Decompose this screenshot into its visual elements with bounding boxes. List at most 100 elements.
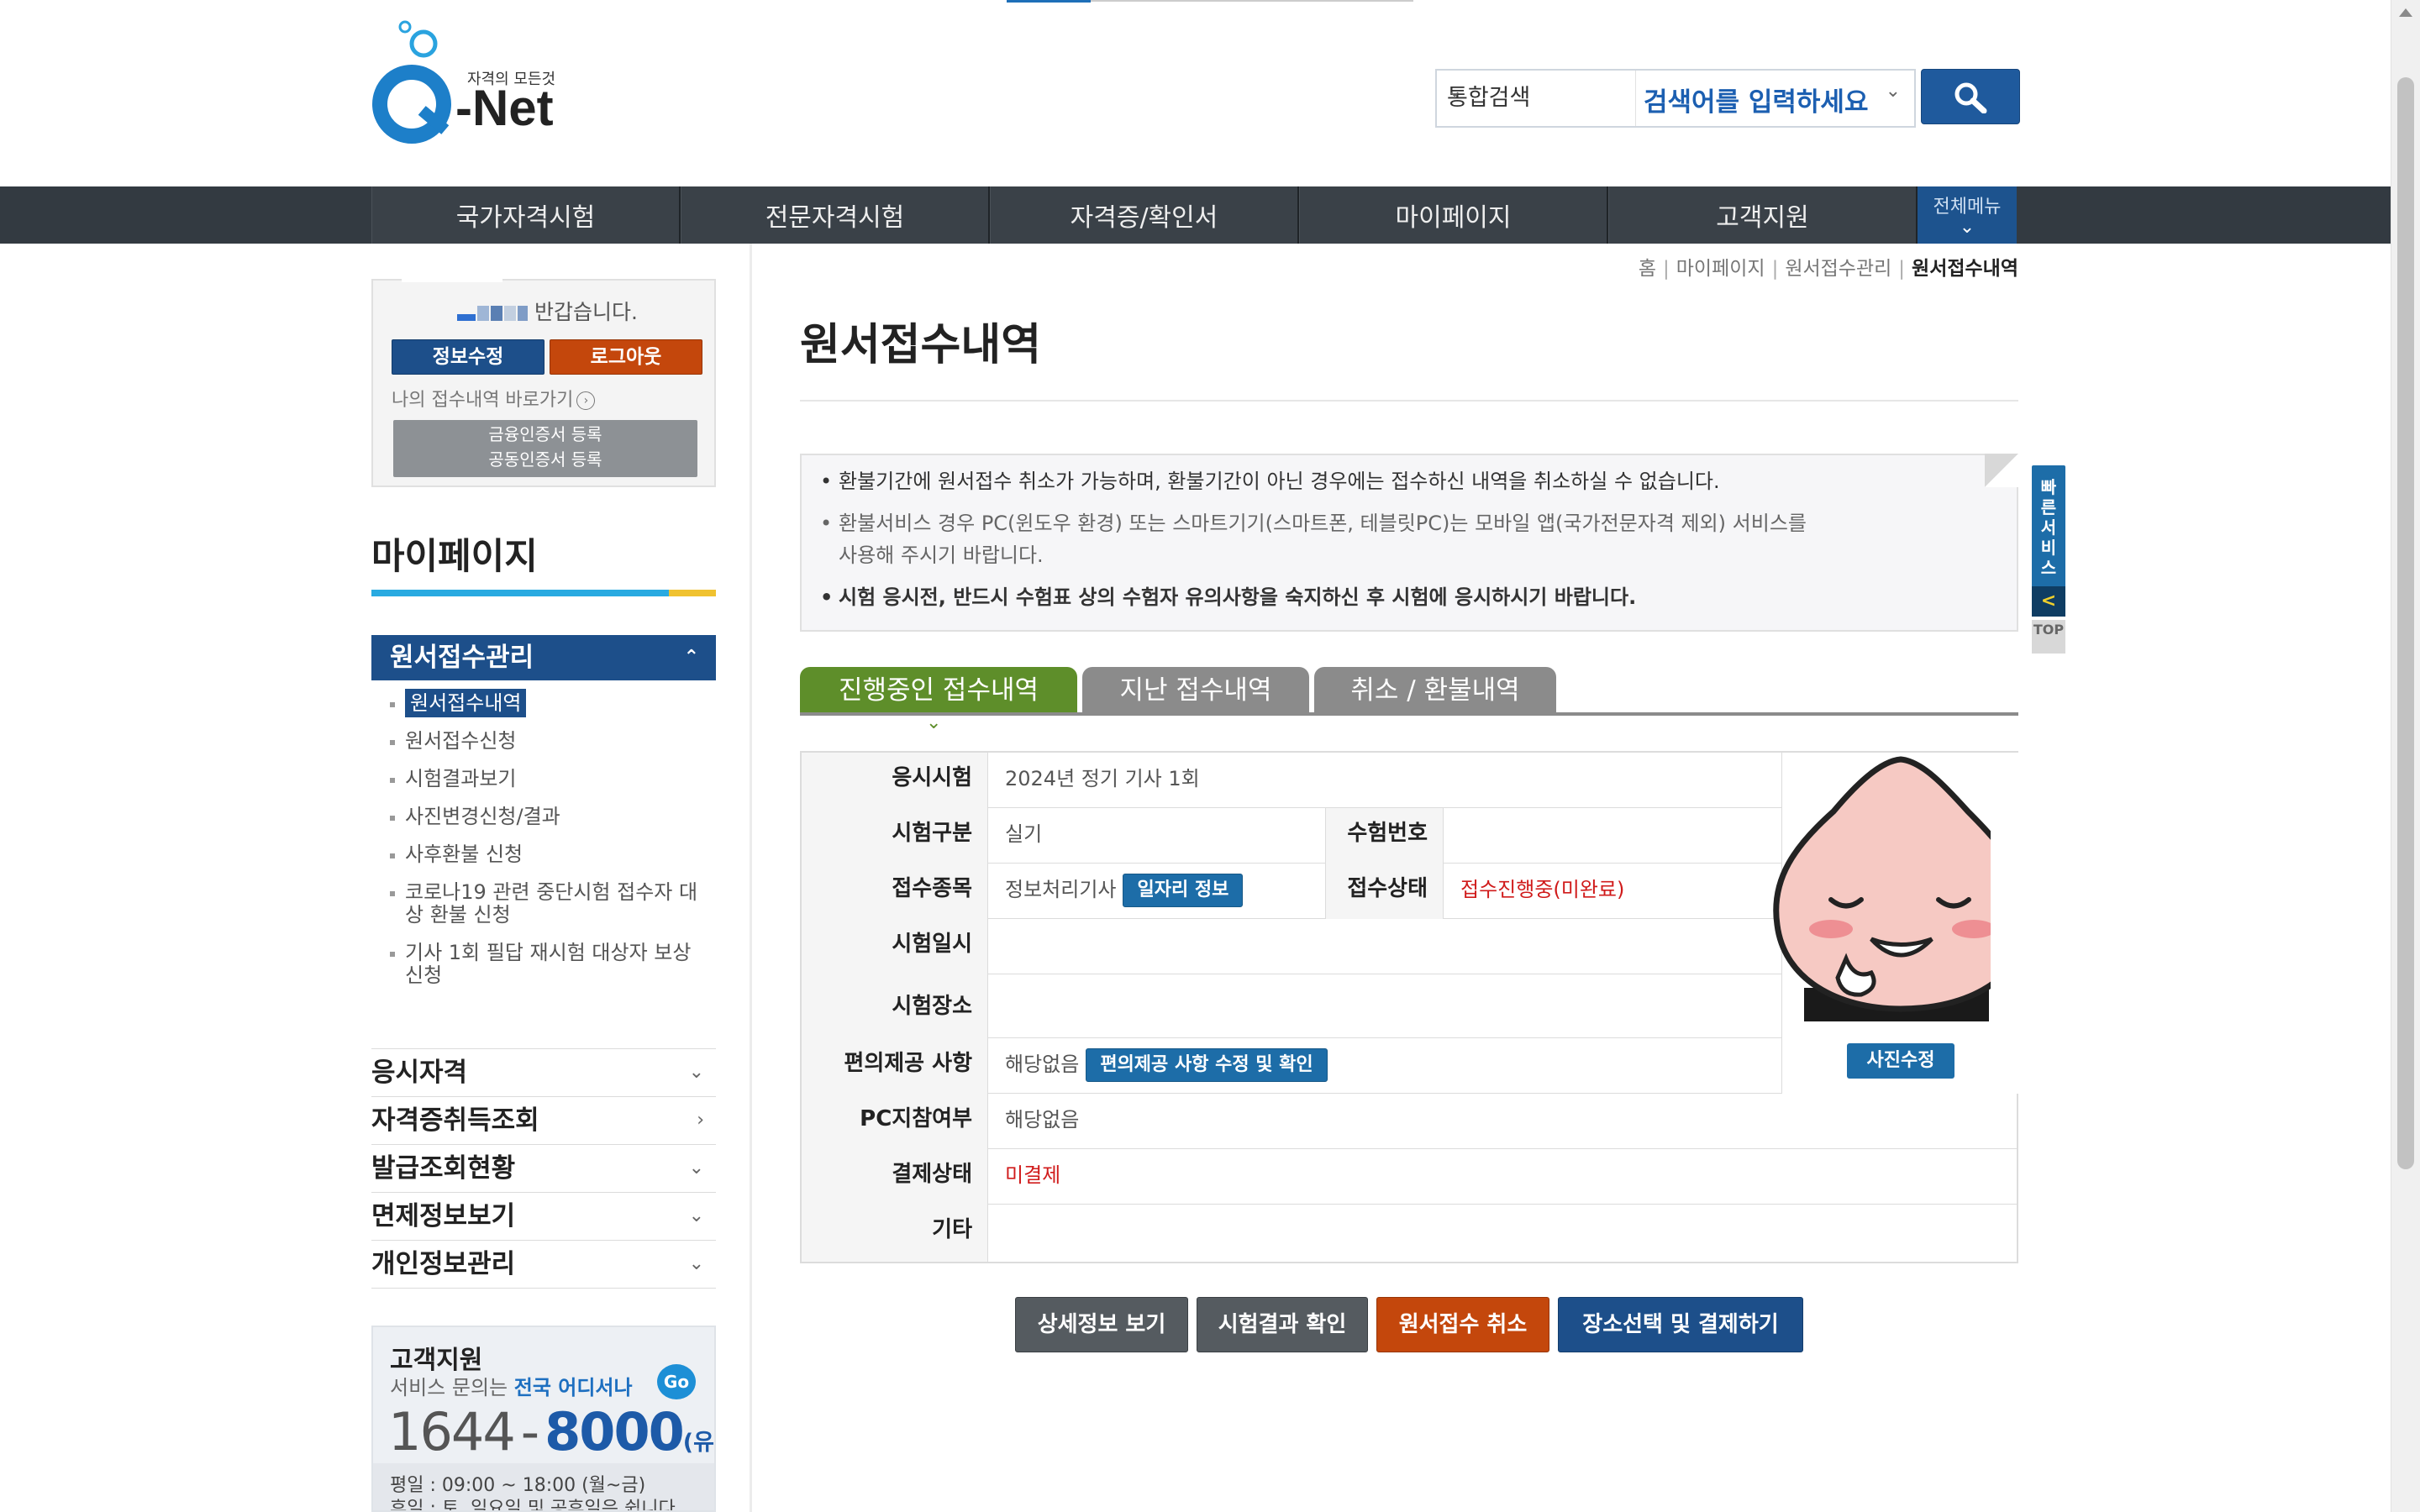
sidebar-cat-personal-info[interactable]: 개인정보관리 ⌄: [371, 1241, 716, 1289]
notice-item-caution: 시험 응시전, 반드시 수험표 상의 수험자 유의사항을 숙지하신 후 시험에 …: [820, 581, 1636, 613]
search-box: 통합검색 ⌄ 검색어를 입력하세요 ⌄: [1435, 69, 1916, 128]
td-subject: 정보처리기사 일자리 정보: [988, 864, 1326, 919]
login-box: 반갑습니다. 정보수정 로그아웃 나의 접수내역 바로가기 › 금융인증서 등록 …: [371, 276, 716, 487]
cert-line-joint: 공동인증서 등록: [488, 449, 602, 470]
edit-info-button[interactable]: 정보수정: [392, 339, 544, 375]
logout-button[interactable]: 로그아웃: [550, 339, 702, 375]
notice-item-refund: 환불기간에 원서접수 취소가 가능하며, 환불기간이 아닌 경우에는 접수하신 …: [820, 465, 1720, 497]
td-exam: 2024년 정기 기사 1회: [1005, 767, 1200, 790]
cancel-application-button[interactable]: 원서접수 취소: [1376, 1297, 1549, 1352]
cs-go-button[interactable]: Go: [657, 1364, 696, 1399]
certificate-register-button[interactable]: 금융인증서 등록 공동인증서 등록: [393, 420, 697, 477]
all-menu-button[interactable]: 전체메뉴 ⌄: [1918, 186, 2017, 244]
td-exam-date: [988, 919, 1781, 974]
gnb-item-national-exam[interactable]: 국가자격시험: [371, 186, 681, 244]
sidebar-divider: [750, 244, 752, 1512]
page-scrollbar[interactable]: [2391, 0, 2420, 1512]
sidebar-item-application-request[interactable]: 원서접수신청: [388, 730, 716, 753]
sidebar-item-post-refund[interactable]: 사후환불 신청: [388, 843, 716, 866]
detail-info-button[interactable]: 상세정보 보기: [1015, 1297, 1188, 1352]
all-menu-label: 전체메뉴: [1933, 197, 2002, 218]
scrollbar-thumb[interactable]: [2397, 77, 2414, 1169]
my-applications-shortcut[interactable]: 나의 접수내역 바로가기 ›: [392, 385, 596, 412]
gnb-item-mypage[interactable]: 마이페이지: [1299, 186, 1608, 244]
table-row: 시험구분 실기 수험번호: [802, 808, 1781, 864]
breadcrumb-mypage[interactable]: 마이페이지: [1676, 258, 1765, 280]
sidebar-item-application-history[interactable]: 원서접수내역: [388, 689, 716, 717]
sidebar-cat-eligibility[interactable]: 응시자격 ⌄: [371, 1048, 716, 1097]
scroll-up-arrow-icon[interactable]: [2399, 8, 2412, 17]
sidebar-item-label: 시험결과보기: [405, 767, 517, 790]
chevron-right-circle-icon: ›: [576, 391, 596, 410]
search-scope-select[interactable]: 통합검색 ⌄: [1437, 71, 1636, 126]
exam-result-button[interactable]: 시험결과 확인: [1197, 1297, 1368, 1352]
chevron-down-icon: ⌄: [1885, 81, 1901, 102]
sidebar-submenu: 원서접수내역 원서접수신청 시험결과보기 사진변경신청/결과 사후환불 신청 코…: [388, 689, 716, 1002]
th-exam-date: 시험일시: [802, 919, 988, 974]
qnet-logo[interactable]: 자격의 모든것 -Net: [371, 20, 565, 146]
tab-cancel-refund[interactable]: 취소 / 환불내역: [1314, 667, 1556, 714]
sidebar-cat-label: 면제정보보기: [371, 1201, 516, 1231]
global-navigation: 국가자격시험 전문자격시험 자격증/확인서 마이페이지 고객지원 전체메뉴 ⌄: [371, 186, 2018, 244]
sidebar-cat-label: 발급조회현황: [371, 1153, 516, 1184]
blurred-user-name: [457, 302, 529, 326]
table-row: PC지참여부 해당없음: [802, 1094, 2018, 1149]
td-convenience: 해당없음 편의제공 사항 수정 및 확인: [988, 1038, 1781, 1094]
sidebar-item-exam-results[interactable]: 시험결과보기: [388, 768, 716, 790]
cs-phone-part2: 8000: [544, 1401, 685, 1462]
td-etc: [988, 1205, 2017, 1260]
notice-box: 환불기간에 원서접수 취소가 가능하며, 환불기간이 아닌 경우에는 접수하신 …: [800, 454, 2018, 632]
sidebar-cat-exemption-info[interactable]: 면제정보보기 ⌄: [371, 1193, 716, 1241]
td-payment: 미결제: [1005, 1163, 1061, 1187]
tab-in-progress[interactable]: 진행중인 접수내역 ⌄: [800, 667, 1077, 732]
top-indicator: [1007, 0, 1091, 3]
th-payment: 결제상태: [802, 1149, 988, 1205]
search-button[interactable]: [1921, 69, 2020, 124]
select-place-pay-button[interactable]: 장소선택 및 결제하기: [1558, 1297, 1803, 1352]
cs-desc-prefix: 서비스 문의는: [390, 1376, 508, 1399]
page-title: 원서접수내역: [800, 320, 1042, 370]
gnb-item-customer-support[interactable]: 고객지원: [1608, 186, 1918, 244]
th-exam: 응시시험: [802, 753, 988, 808]
chevron-up-icon: ⌃: [683, 647, 699, 668]
td-status: 접수진행중(미완료): [1460, 878, 1625, 901]
quick-service-label: 빠른서비스: [2040, 477, 2057, 578]
quick-service-panel[interactable]: 빠른서비스 <: [2032, 465, 2065, 617]
shortcut-label: 나의 접수내역 바로가기: [392, 390, 574, 411]
photo-edit-button[interactable]: 사진수정: [1847, 1043, 1954, 1079]
convenience-edit-button[interactable]: 편의제공 사항 수정 및 확인: [1086, 1048, 1328, 1082]
sidebar-item-photo-change[interactable]: 사진변경신청/결과: [388, 806, 716, 828]
search-input[interactable]: 검색어를 입력하세요 ⌄: [1637, 71, 1912, 126]
sidebar-item-retest-compensation[interactable]: 기사 1회 필답 재시험 대상자 보상 신청: [388, 942, 699, 987]
breadcrumb: 홈 | 마이페이지 | 원서접수관리 | 원서접수내역: [1638, 258, 2018, 280]
sidebar-item-label: 코로나19 관련 중단시험 접수자 대상 환불 신청: [405, 880, 698, 927]
sidebar-section-application-management[interactable]: 원서접수관리 ⌃: [371, 635, 716, 680]
breadcrumb-application-management[interactable]: 원서접수관리: [1785, 258, 1891, 280]
sidebar-title-underline: [371, 590, 716, 596]
chevron-down-icon: ⌄: [688, 1205, 704, 1226]
cs-hours-holiday: 휴일 : 토, 일요일 및 공휴일은 쉽니다.: [390, 1499, 681, 1512]
subject-value: 정보처리기사: [1005, 878, 1117, 901]
td-exam-number: [1444, 808, 1780, 864]
table-row: 응시시험 2024년 정기 기사 1회: [802, 753, 1781, 808]
tab-past[interactable]: 지난 접수내역: [1082, 667, 1309, 714]
sidebar-cat-license-lookup[interactable]: 자격증취득조회 ›: [371, 1097, 716, 1145]
table-row: 결제상태 미결제: [802, 1149, 2018, 1205]
sidebar-cat-issuance-status[interactable]: 발급조회현황 ⌄: [371, 1145, 716, 1193]
welcome-suffix: 반갑습니다.: [534, 300, 638, 324]
sidebar-item-covid-refund[interactable]: 코로나19 관련 중단시험 접수자 대상 환불 신청: [388, 881, 699, 927]
sidebar-item-label: 사후환불 신청: [405, 843, 523, 866]
sidebar-item-label: 기사 1회 필답 재시험 대상자 보상 신청: [405, 941, 692, 987]
scroll-top-button[interactable]: TOP: [2032, 620, 2065, 654]
sidebar-cat-label: 응시자격: [371, 1058, 468, 1088]
login-box-tab: [402, 276, 502, 282]
th-etc: 기타: [802, 1205, 988, 1262]
quick-collapse-icon[interactable]: <: [2032, 586, 2065, 617]
gnb-item-professional-exam[interactable]: 전문자격시험: [681, 186, 990, 244]
th-exam-place: 시험장소: [802, 974, 988, 1038]
breadcrumb-home[interactable]: 홈: [1639, 258, 1656, 280]
chevron-down-icon: ⌄: [1959, 217, 1975, 238]
job-info-button[interactable]: 일자리 정보: [1123, 874, 1244, 907]
welcome-message: 반갑습니다.: [457, 296, 638, 326]
gnb-item-certificates[interactable]: 자격증/확인서: [990, 186, 1299, 244]
